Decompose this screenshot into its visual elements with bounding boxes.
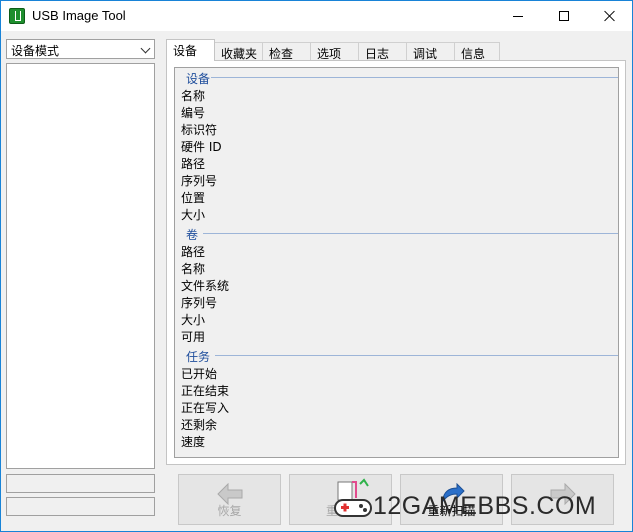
minimize-button[interactable]	[495, 1, 541, 31]
info-row: 还剩余	[181, 418, 218, 432]
section-title: 卷	[186, 228, 199, 242]
tab-favorites[interactable]: 收藏夹	[214, 42, 263, 61]
window-title: USB Image Tool	[32, 8, 126, 23]
maximize-icon	[559, 11, 569, 21]
tab-log[interactable]: 日志	[358, 42, 407, 61]
app-icon	[9, 8, 25, 24]
tab-device[interactable]: 设备	[166, 39, 215, 61]
section-header-task: 任务	[186, 346, 618, 366]
gamepad-icon	[334, 478, 372, 517]
close-button[interactable]	[587, 1, 633, 31]
info-row: 名称	[181, 89, 206, 103]
info-row: 标识符	[181, 123, 218, 137]
maximize-button[interactable]	[541, 1, 587, 31]
mode-select-value: 设备模式	[11, 44, 60, 58]
info-row: 序列号	[181, 174, 218, 188]
tab-debug[interactable]: 调试	[406, 42, 455, 61]
restore-label: 恢复	[217, 504, 242, 518]
device-list[interactable]	[6, 63, 155, 469]
tab-label: 检查	[269, 47, 294, 61]
info-row: 大小	[181, 313, 206, 327]
section-header-device: 设备	[186, 68, 618, 88]
info-row: 大小	[181, 208, 206, 222]
info-row: 可用	[181, 330, 206, 344]
restore-button[interactable]: 恢复	[178, 474, 281, 525]
close-icon	[604, 10, 616, 22]
status-field-1	[6, 474, 155, 493]
info-row: 已开始	[181, 367, 218, 381]
tab-label: 收藏夹	[221, 47, 258, 61]
section-title: 任务	[186, 350, 211, 364]
section-title: 设备	[186, 72, 211, 86]
info-row: 文件系统	[181, 279, 230, 293]
device-info-list[interactable]: 设备 名称 编号 标识符 硬件 ID 路径 序列号 位置 大小 卷 路径 名称 …	[174, 67, 619, 458]
section-divider	[215, 355, 618, 356]
tab-label: 日志	[365, 47, 390, 61]
section-divider	[211, 77, 618, 78]
info-row: 硬件 ID	[181, 140, 222, 154]
tab-check[interactable]: 检查	[262, 42, 311, 61]
info-row: 正在结束	[181, 384, 230, 398]
tab-label: 选项	[317, 47, 342, 61]
info-row: 路径	[181, 245, 206, 259]
watermark-text: 12GAMEBBS.COM	[373, 492, 597, 520]
tab-info[interactable]: 信息	[454, 42, 500, 61]
info-row: 名称	[181, 262, 206, 276]
info-row: 正在写入	[181, 401, 230, 415]
info-row: 速度	[181, 435, 206, 449]
info-row: 位置	[181, 191, 206, 205]
app-window: USB Image Tool 设备模式 设备 收藏夹 检查 选项 日志 调试 信…	[0, 0, 633, 532]
section-header-volume: 卷	[186, 224, 618, 244]
info-row: 编号	[181, 106, 206, 120]
tab-options[interactable]: 选项	[310, 42, 359, 61]
tab-panel-device: 设备 名称 编号 标识符 硬件 ID 路径 序列号 位置 大小 卷 路径 名称 …	[166, 60, 626, 465]
tab-label: 调试	[413, 47, 438, 61]
section-divider	[203, 233, 618, 234]
tab-label: 信息	[461, 47, 486, 61]
info-row: 路径	[181, 157, 206, 171]
mode-select[interactable]: 设备模式	[6, 39, 155, 59]
info-row: 序列号	[181, 296, 218, 310]
chevron-down-icon	[140, 43, 151, 54]
title-bar: USB Image Tool	[1, 1, 632, 31]
minimize-icon	[513, 15, 523, 17]
status-field-2	[6, 497, 155, 516]
tab-label: 设备	[173, 44, 198, 58]
